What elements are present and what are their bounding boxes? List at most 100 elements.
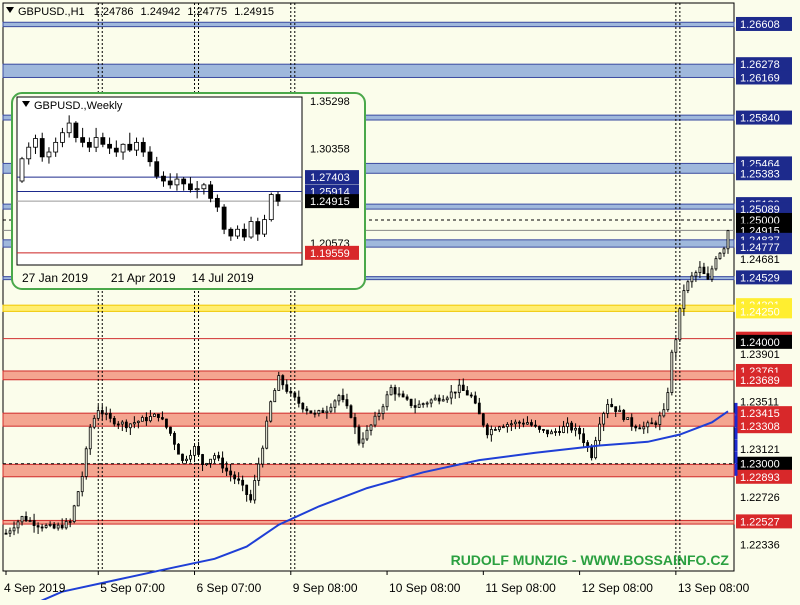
inset-price-label: 1.19559 [310, 248, 350, 260]
inset-candle [248, 221, 254, 238]
candle [485, 424, 489, 436]
candle [84, 448, 88, 477]
candle [666, 392, 670, 411]
candle [197, 446, 200, 455]
inset-candle [181, 178, 187, 185]
candle [12, 527, 16, 532]
candle [610, 403, 614, 408]
candle [393, 387, 397, 395]
candle [341, 395, 345, 401]
inset-candle [53, 141, 59, 153]
candle [726, 230, 730, 250]
x-tick-label: 11 Sep 08:00 [485, 581, 556, 595]
inset-plot-area [16, 96, 303, 266]
price-label: 1.25383 [740, 168, 780, 180]
candle [678, 308, 682, 341]
inset-candle [241, 228, 247, 238]
main-chart[interactable]: 1.266081.262781.261691.258401.254641.253… [0, 0, 800, 605]
price-label: 1.22893 [740, 472, 780, 484]
candle [297, 396, 301, 404]
candle [497, 426, 501, 431]
candle [530, 422, 533, 426]
candle [441, 399, 445, 402]
candle [469, 394, 473, 397]
candle [445, 397, 449, 401]
candle [578, 427, 581, 435]
inset-candle [262, 219, 267, 235]
candle [301, 402, 305, 410]
candle [457, 384, 461, 394]
candle [237, 478, 241, 481]
candle [501, 426, 505, 429]
candle [189, 454, 192, 460]
inset-candle [188, 183, 193, 191]
inset-price-label: 1.24915 [310, 196, 350, 208]
candle [554, 431, 557, 433]
candle [566, 422, 569, 427]
x-tick-label: 10 Sep 08:00 [389, 581, 461, 595]
candle [277, 375, 281, 391]
inset-candle [228, 228, 234, 237]
candle [273, 390, 277, 403]
inset-candle [221, 206, 227, 230]
inset-candle [208, 184, 214, 199]
candle [538, 425, 541, 430]
candle [229, 470, 233, 476]
candle [108, 412, 112, 419]
inset-candle [161, 175, 166, 182]
candle [397, 393, 401, 396]
candle [241, 479, 245, 486]
candle [136, 420, 140, 423]
inset-candle [66, 122, 72, 134]
candle [32, 520, 36, 526]
price-label: 1.23415 [740, 408, 780, 420]
candle [88, 426, 92, 450]
candle [674, 339, 678, 353]
inset-x-tick-label: 21 Apr 2019 [111, 271, 176, 285]
candle [433, 397, 437, 401]
chart-window: 1.26608 1.26278 1.26169 1.25840 1.25464 1.253… [0, 0, 800, 605]
inset-candle [60, 132, 65, 143]
inset-candle [255, 221, 261, 235]
candle [714, 258, 718, 270]
inset-x-tick-label: 27 Jan 2019 [22, 271, 88, 285]
candle [385, 394, 389, 408]
weekly-inset-chart: 1.352981.303581.205731.274031.259141.249… [11, 92, 366, 290]
candle [28, 520, 32, 523]
candle [405, 396, 409, 400]
candle [526, 422, 529, 425]
candle [24, 516, 28, 522]
candle [249, 494, 253, 501]
candle [509, 423, 513, 426]
candle [325, 410, 329, 414]
candle [606, 403, 610, 414]
candle [165, 418, 168, 428]
price-label: 1.23308 [740, 421, 780, 433]
candle [265, 420, 269, 449]
candle [293, 392, 297, 398]
price-label: 1.22726 [740, 492, 780, 504]
candle [505, 424, 509, 428]
candle [205, 463, 208, 465]
candle [56, 524, 60, 529]
price-label: 1.24681 [740, 254, 780, 266]
inset-candle [201, 184, 207, 190]
candle [289, 391, 293, 394]
candle [317, 410, 321, 414]
candle [245, 484, 249, 495]
candle [574, 427, 577, 431]
candle [413, 405, 417, 408]
x-tick-label: 6 Sep 07:00 [197, 581, 262, 595]
candle [473, 395, 477, 404]
support-zone [2, 463, 735, 478]
candle [213, 455, 216, 460]
candle [662, 409, 666, 417]
x-tick-label: 5 Sep 07:00 [100, 581, 165, 595]
support-zone [2, 519, 735, 525]
candle [221, 457, 225, 469]
candle [570, 422, 573, 431]
inset-candle [107, 143, 112, 149]
candle [349, 405, 353, 418]
candle [185, 458, 188, 461]
candle [233, 474, 237, 480]
